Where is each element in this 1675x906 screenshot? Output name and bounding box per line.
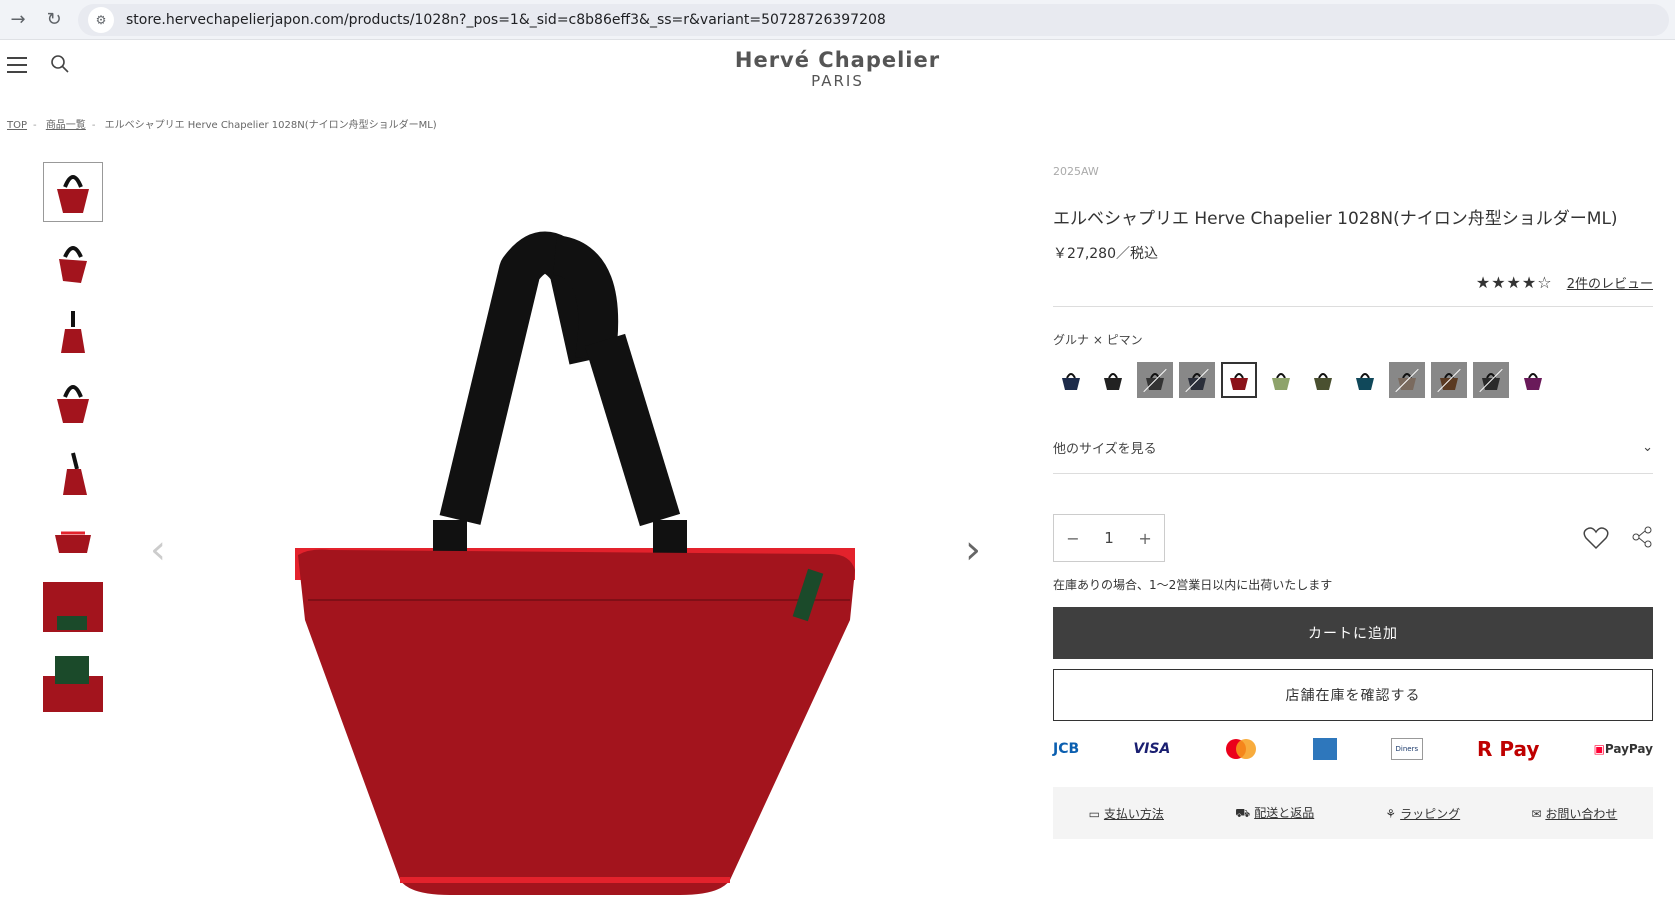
color-swatch[interactable] [1389,362,1425,398]
other-sizes-toggle[interactable]: 他のサイズを見る ⌄ [1053,438,1653,474]
product-info-panel: 2025AW エルベシャプリエ Herve Chapelier 1028N(ナイ… [1053,165,1653,839]
bag-swatch-icon [1230,373,1248,390]
color-swatch[interactable] [1431,362,1467,398]
quantity-stepper: − 1 + [1053,514,1165,562]
other-sizes-label: 他のサイズを見る [1053,442,1157,457]
logo-brand: Hervé Chapelier [734,48,941,72]
wrapping-info-link[interactable]: ⚘ ラッピング [1385,805,1460,822]
bag-swatch-icon [1188,373,1206,390]
prev-image-arrow-icon[interactable]: ‹ [150,530,166,570]
jcb-icon: JCB [1053,741,1080,757]
card-icon: ▭ [1088,806,1100,821]
url-text: store.hervechapelierjapon.com/products/1… [126,11,886,28]
browser-toolbar: → ↻ ⚙ store.hervechapelierjapon.com/prod… [0,0,1675,40]
tote-bag-image [295,231,855,895]
product-title: エルベシャプリエ Herve Chapelier 1028N(ナイロン舟型ショル… [1053,209,1618,229]
mastercard-icon [1226,739,1257,759]
quantity-value[interactable]: 1 [1104,529,1114,547]
site-header: Hervé Chapelier PARIS [0,40,1675,98]
thumbnail-6[interactable] [43,512,103,572]
reload-icon[interactable]: ↻ [36,9,72,30]
selected-color-name: グルナ × ピマン [1053,333,1143,347]
delivery-info-link[interactable]: ⛟ 配送と返品 [1235,804,1314,822]
rating-stars-icon: ★★★★☆ [1475,273,1553,292]
address-bar[interactable]: ⚙ store.hervechapelierjapon.com/products… [78,3,1669,36]
check-store-stock-button[interactable]: 店舗在庫を確認する [1053,669,1653,721]
shipping-note: 在庫ありの場合、1〜2営業日以内に出荷いたします [1053,578,1333,592]
logo-city: PARIS [811,72,864,90]
thumbnail-1[interactable] [43,162,103,222]
product-price: ￥27,280／税込 [1053,246,1158,262]
thumbnail-2[interactable] [43,232,103,292]
chevron-down-icon: ⌄ [1642,440,1653,455]
truck-icon: ⛟ [1235,806,1251,820]
color-swatch[interactable] [1515,362,1551,398]
color-swatch[interactable] [1221,362,1257,398]
add-to-cart-button[interactable]: カートに追加 [1053,607,1653,659]
mail-icon: ✉ [1531,806,1542,821]
color-swatch[interactable] [1095,362,1131,398]
color-swatch[interactable] [1137,362,1173,398]
bag-swatch-icon [1104,373,1122,390]
color-swatch[interactable] [1263,362,1299,398]
bag-swatch-icon [1482,373,1500,390]
divider [1053,306,1653,307]
contact-link[interactable]: ✉ お問い合わせ [1531,805,1617,822]
color-swatch[interactable] [1179,362,1215,398]
thumbnail-3[interactable] [43,302,103,362]
color-swatch[interactable] [1347,362,1383,398]
visa-icon: VISA [1133,741,1171,757]
ribbon-icon: ⚘ [1385,806,1397,821]
quantity-row: − 1 + [1053,514,1653,562]
bag-swatch-icon [1398,373,1416,390]
breadcrumb-current: エルベシャプリエ Herve Chapelier 1028N(ナイロン舟型ショル… [104,120,437,131]
bag-swatch-icon [1314,373,1332,390]
breadcrumb-products[interactable]: 商品一覧 [46,120,86,131]
color-swatches [1053,362,1653,398]
site-info-icon[interactable]: ⚙ [88,6,114,33]
thumbnail-8[interactable] [43,652,103,712]
next-image-arrow-icon[interactable]: › [965,530,981,570]
heart-icon[interactable] [1583,526,1609,550]
review-link[interactable]: 2件のレビュー [1567,277,1653,292]
info-links-bar: ▭ 支払い方法 ⛟ 配送と返品 ⚘ ラッピング ✉ お問い合わせ [1053,787,1653,839]
payment-methods: JCB VISA Diners R Pay ▣PayPay [1053,733,1653,765]
bag-swatch-icon [1062,373,1080,390]
rpay-icon: R Pay [1476,737,1540,761]
review-row: ★★★★☆ 2件のレビュー [1053,273,1653,292]
payment-info-link[interactable]: ▭ 支払い方法 [1089,805,1164,822]
main-product-image [150,160,1000,900]
forward-icon[interactable]: → [0,9,36,30]
bag-swatch-icon [1356,373,1374,390]
diners-club-icon: Diners [1390,738,1423,760]
site-logo[interactable]: Hervé Chapelier PARIS [0,48,1675,90]
thumbnail-5[interactable] [43,442,103,502]
action-icons [1583,526,1653,550]
color-swatch[interactable] [1473,362,1509,398]
color-swatch[interactable] [1305,362,1341,398]
decrease-button[interactable]: − [1066,529,1079,548]
thumbnail-4[interactable] [43,372,103,432]
breadcrumb: TOP - 商品一覧 - エルベシャプリエ Herve Chapelier 1028… [7,120,437,131]
paypay-icon: ▣PayPay [1593,742,1653,756]
season-label: 2025AW [1053,165,1099,178]
color-swatch[interactable] [1053,362,1089,398]
thumbnail-list [43,162,103,722]
bag-swatch-icon [1272,373,1290,390]
bag-swatch-icon [1524,373,1542,390]
bag-swatch-icon [1146,373,1164,390]
increase-button[interactable]: + [1138,529,1151,548]
thumbnail-7[interactable] [43,582,103,642]
share-icon[interactable] [1631,526,1653,548]
breadcrumb-top[interactable]: TOP [7,120,27,131]
bag-swatch-icon [1440,373,1458,390]
amex-icon [1312,738,1337,760]
